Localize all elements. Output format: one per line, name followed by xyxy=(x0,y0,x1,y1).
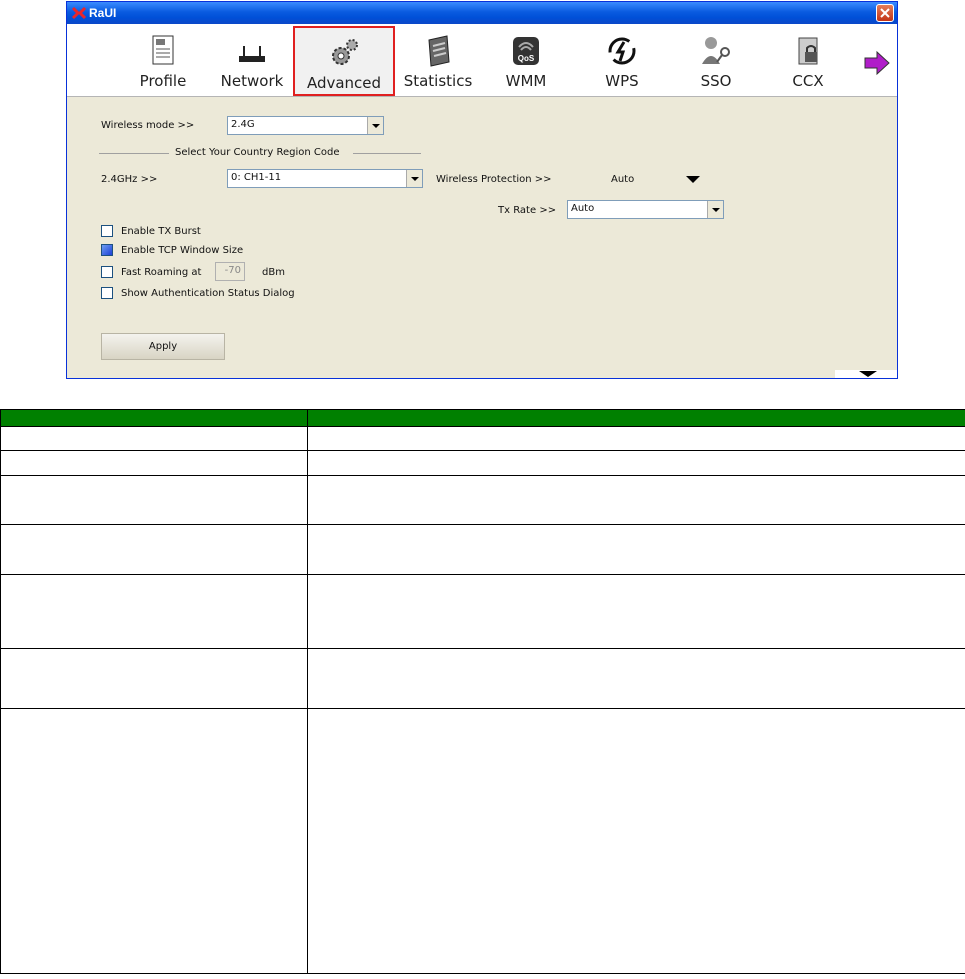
country-region-value: 0: CH1-11 xyxy=(231,172,282,183)
chevron-down-icon[interactable] xyxy=(707,201,723,218)
title-bar[interactable]: RaUI xyxy=(67,2,897,24)
table-cell xyxy=(307,573,965,650)
fast-roaming-label: Fast Roaming at xyxy=(121,267,202,278)
enable-tcp-window-size-label: Enable TCP Window Size xyxy=(121,245,244,256)
toolbar: Profile Network Advanced Statistics QoS … xyxy=(67,24,897,97)
apply-button[interactable]: Apply xyxy=(101,333,225,360)
tab-statistics[interactable]: Statistics xyxy=(388,26,488,96)
ralink-logo-icon xyxy=(71,6,87,20)
table-cell xyxy=(0,524,308,575)
tab-label: WMM xyxy=(505,72,547,90)
chevron-down-icon[interactable] xyxy=(406,170,422,187)
table-cell xyxy=(0,450,308,476)
close-button[interactable] xyxy=(876,4,894,22)
tab-label: SSO xyxy=(700,72,732,90)
table-cell xyxy=(0,426,308,452)
tab-network[interactable]: Network xyxy=(202,26,302,96)
country-region-select[interactable]: 0: CH1-11 xyxy=(227,169,423,188)
chevron-down-icon[interactable] xyxy=(859,371,877,377)
advanced-panel: Wireless mode >> 2.4G Select Your Countr… xyxy=(67,97,897,378)
tab-sso[interactable]: SSO xyxy=(666,26,766,96)
gears-icon xyxy=(332,39,358,65)
fast-roaming-unit: dBm xyxy=(262,267,285,278)
chevron-down-icon[interactable] xyxy=(367,117,383,134)
tab-label: Network xyxy=(220,72,284,90)
expand-tab[interactable] xyxy=(835,370,897,378)
settings-description-table xyxy=(0,408,965,974)
key-user-icon xyxy=(702,37,730,64)
divider xyxy=(353,153,421,154)
calculator-icon xyxy=(428,35,450,67)
profile-icon xyxy=(152,35,174,65)
close-icon xyxy=(880,8,890,18)
wps-icon xyxy=(608,37,636,65)
wireless-mode-label: Wireless mode >> xyxy=(101,120,195,131)
tx-rate-select[interactable]: Auto xyxy=(567,200,724,219)
next-page-arrow-icon[interactable] xyxy=(863,50,891,76)
ccx-icon xyxy=(798,37,818,65)
table-cell xyxy=(0,648,308,710)
tab-ccx[interactable]: CCX xyxy=(758,26,858,96)
table-cell xyxy=(307,524,965,575)
table-row xyxy=(0,648,965,710)
wireless-mode-value: 2.4G xyxy=(231,119,255,130)
table-row xyxy=(0,708,965,974)
enable-tcp-window-size-checkbox[interactable] xyxy=(101,244,113,256)
divider xyxy=(99,153,169,154)
tab-wps[interactable]: WPS xyxy=(572,26,672,96)
fast-roaming-checkbox[interactable] xyxy=(101,266,113,278)
table-cell xyxy=(0,474,308,526)
tx-rate-value: Auto xyxy=(571,203,595,214)
tx-rate-label: Tx Rate >> xyxy=(498,205,557,216)
table-header-cell xyxy=(307,408,965,428)
tab-label: Profile xyxy=(139,72,187,90)
table-cell xyxy=(307,474,965,526)
tab-label: WPS xyxy=(605,72,639,90)
qos-badge: QoS xyxy=(518,54,535,63)
enable-tx-burst-label: Enable TX Burst xyxy=(121,226,201,237)
table-row xyxy=(0,474,965,526)
tab-label: CCX xyxy=(792,72,824,90)
table-row xyxy=(0,450,965,476)
table-cell xyxy=(307,708,965,974)
tab-label: Advanced xyxy=(306,74,382,92)
table-row xyxy=(0,524,965,575)
fast-roaming-threshold-input[interactable]: -70 xyxy=(215,262,245,281)
tab-advanced[interactable]: Advanced xyxy=(293,26,395,96)
wireless-protection-label: Wireless Protection >> xyxy=(436,174,552,185)
tab-profile[interactable]: Profile xyxy=(113,26,213,96)
table-header-cell xyxy=(0,408,308,428)
table-row xyxy=(0,426,965,452)
table-cell xyxy=(307,450,965,476)
table-cell xyxy=(0,708,308,974)
window-title: RaUI xyxy=(89,6,117,20)
show-auth-status-label: Show Authentication Status Dialog xyxy=(121,288,295,299)
enable-tx-burst-checkbox[interactable] xyxy=(101,225,113,237)
tab-wmm[interactable]: QoS WMM xyxy=(476,26,576,96)
raui-window: RaUI Profile Network Advanced Statistics… xyxy=(66,1,898,379)
qos-icon: QoS xyxy=(513,37,539,65)
table-cell xyxy=(0,573,308,650)
wireless-mode-select[interactable]: 2.4G xyxy=(227,116,384,135)
table-cell xyxy=(307,648,965,710)
country-section-title: Select Your Country Region Code xyxy=(175,147,340,158)
table-cell xyxy=(307,426,965,452)
table-row xyxy=(0,573,965,650)
wireless-protection-value[interactable]: Auto xyxy=(611,174,634,185)
chevron-down-icon[interactable] xyxy=(686,176,700,183)
table-header-row xyxy=(0,408,965,428)
tab-label: Statistics xyxy=(403,72,473,90)
band-label: 2.4GHz >> xyxy=(101,174,158,185)
network-icon xyxy=(239,46,265,62)
show-auth-status-checkbox[interactable] xyxy=(101,287,113,299)
